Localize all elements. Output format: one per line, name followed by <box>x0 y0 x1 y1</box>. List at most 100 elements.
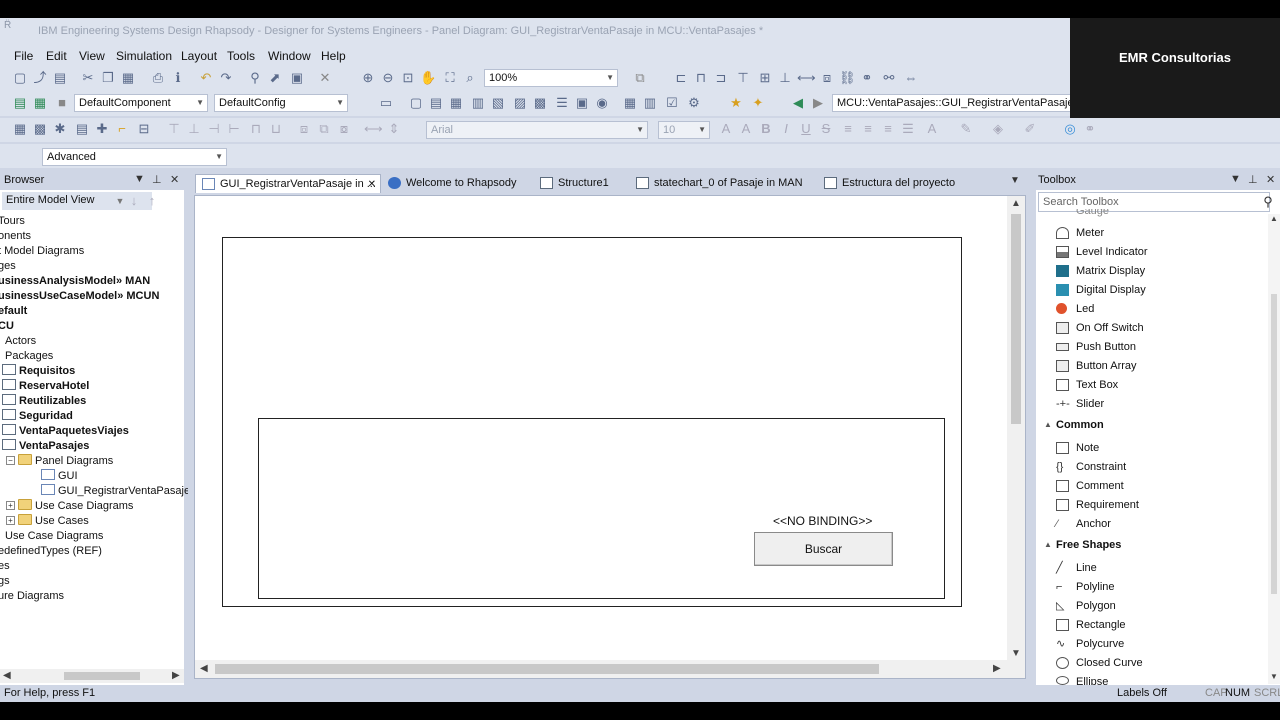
back-icon[interactable]: ◀ <box>790 95 806 111</box>
tree-item-use-case-diagrams[interactable]: + Use Case Diagrams <box>6 499 133 514</box>
underline-icon[interactable]: U <box>798 121 814 137</box>
same-width-icon[interactable]: ⟷ <box>797 70 816 86</box>
align-top-icon[interactable]: ⊤ <box>735 70 751 86</box>
new-file-icon[interactable]: ▢ <box>12 70 28 86</box>
tool-rectangle[interactable]: Rectangle <box>1056 617 1126 633</box>
align-bottom-icon[interactable]: ⊥ <box>777 70 793 86</box>
tool-requirement[interactable]: Requirement <box>1056 497 1139 513</box>
size-tools-3-icon[interactable]: ⧇ <box>336 121 352 137</box>
scroll-down-icon[interactable]: ▼ <box>1270 672 1278 681</box>
tab-welcome[interactable]: Welcome to Rhapsody <box>382 174 520 193</box>
scroll-right-icon[interactable]: ▶ <box>993 663 1001 674</box>
check-model-icon[interactable]: ☑ <box>664 95 680 111</box>
align-middle-icon[interactable]: ⊞ <box>757 70 773 86</box>
zoom-out-icon[interactable]: ⊖ <box>380 70 396 86</box>
sequence-diagram-icon[interactable]: ▥ <box>470 95 486 111</box>
print-icon[interactable]: ⎙ <box>150 70 166 86</box>
tool-on-off-switch[interactable]: On Off Switch <box>1056 320 1144 336</box>
tree-item-seguridad[interactable]: Seguridad <box>2 409 73 424</box>
copy-icon[interactable]: ❐ <box>100 70 116 86</box>
align-tools-3-icon[interactable]: ⊣ <box>206 121 222 137</box>
line-style-icon[interactable]: ✐ <box>1022 121 1038 137</box>
tree-item[interactable]: ure Diagrams <box>0 589 64 604</box>
tab-structure1[interactable]: Structure1 <box>534 174 613 193</box>
tool-polygon[interactable]: ◺ Polygon <box>1056 598 1116 614</box>
search-icon[interactable]: ⚲ <box>1260 194 1276 210</box>
layout-icon[interactable]: ⇔ <box>903 70 919 86</box>
strikethrough-icon[interactable]: S <box>818 121 834 137</box>
scroll-up-icon[interactable]: ▲ <box>1011 198 1021 209</box>
align-tools-2-icon[interactable]: ⊥ <box>186 121 202 137</box>
bold-icon[interactable]: B <box>758 121 774 137</box>
tree-item-use-cases[interactable]: + Use Cases <box>6 514 89 529</box>
tree-item-requisitos[interactable]: Requisitos <box>2 364 75 379</box>
tree-item[interactable]: usinessAnalysisModel» MAN <box>0 274 150 289</box>
tool-meter[interactable]: Meter <box>1056 225 1104 241</box>
chevron-down-icon[interactable]: ▼ <box>1230 173 1241 185</box>
view-icon[interactable]: ▭ <box>378 95 394 111</box>
canvas-hscroll[interactable]: ◀ ▶ <box>195 660 1025 678</box>
tree-item-actors[interactable]: Actors <box>5 334 36 349</box>
mode-combo[interactable]: Advanced ▼ <box>42 148 227 166</box>
arrange-icon[interactable]: ⧉ <box>632 70 648 86</box>
tree-item[interactable]: es <box>0 559 10 574</box>
align-tools-4-icon[interactable]: ⊢ <box>226 121 242 137</box>
shrink-font-icon[interactable]: A <box>738 121 754 137</box>
space-tools-icon[interactable]: ⟷ <box>364 121 383 137</box>
collapse-icon[interactable]: − <box>6 456 15 465</box>
tool-text-box[interactable]: Text Box <box>1056 377 1118 393</box>
locate-icon[interactable]: ⚲ <box>247 70 263 86</box>
space-tools-2-icon[interactable]: ⇕ <box>386 121 402 137</box>
tool-button-array[interactable]: Button Array <box>1056 358 1137 374</box>
tree-item-reutilizables[interactable]: Reutilizables <box>2 394 86 409</box>
toolbox-group-common[interactable]: ▲ Common <box>1044 419 1104 431</box>
toolbox-vscroll[interactable]: ▲ ▼ <box>1268 214 1280 684</box>
tool-push-button[interactable]: Push Button <box>1056 339 1136 355</box>
tool-comment[interactable]: Comment <box>1056 478 1124 494</box>
pan-icon[interactable]: ✋ <box>420 70 436 86</box>
open-icon[interactable]: ⤴ <box>32 70 48 86</box>
deployment-icon[interactable]: ▩ <box>532 95 548 111</box>
scroll-up-icon[interactable]: ▲ <box>1270 214 1278 223</box>
matrix-view-icon[interactable]: ▥ <box>642 95 658 111</box>
grid-icon[interactable]: ▦ <box>12 121 28 137</box>
connector-icon[interactable]: ⌐ <box>114 121 130 137</box>
tool-gauge[interactable]: Gauge <box>1076 209 1109 217</box>
tab-gui-registrar[interactable]: GUI_RegistrarVentaPasaje in ... ✕ <box>195 174 381 193</box>
activity-icon[interactable]: ▣ <box>574 95 590 111</box>
tool-polyline[interactable]: ⌐ Polyline <box>1056 579 1115 595</box>
zoom-to-icon[interactable]: ⌕ <box>462 70 478 86</box>
unlink-icon[interactable]: ⚯ <box>881 70 897 86</box>
sync-icon[interactable]: ◎ <box>1062 121 1078 137</box>
tool-level-indicator[interactable]: Level Indicator <box>1056 244 1148 260</box>
rulers-icon[interactable]: ▤ <box>74 121 90 137</box>
scroll-left-icon[interactable]: ◀ <box>200 663 208 674</box>
tab-statechart[interactable]: statechart_0 of Pasaje in MAN <box>630 174 807 193</box>
tree-item[interactable]: ges <box>0 259 16 274</box>
tree-item-gui[interactable]: GUI <box>41 469 78 484</box>
canvas-vscroll[interactable]: ▲ ▼ <box>1007 196 1025 662</box>
scroll-right-icon[interactable]: ▶ <box>172 670 180 681</box>
align-tools-6-icon[interactable]: ⊔ <box>268 121 284 137</box>
menu-tools[interactable]: Tools <box>227 49 255 63</box>
menu-view[interactable]: View <box>79 49 105 63</box>
diagram-icon[interactable]: ▢ <box>408 95 424 111</box>
tree-item[interactable]: efault <box>0 304 27 319</box>
align-left-icon[interactable]: ⊏ <box>673 70 689 86</box>
tool-slider[interactable]: -+- Slider <box>1056 396 1104 412</box>
delete-icon[interactable]: ✕ <box>317 70 333 86</box>
browser-hscroll-thumb[interactable] <box>64 672 140 680</box>
feature-icon[interactable]: ▣ <box>289 70 305 86</box>
zoom-combo[interactable]: 100% ▼ <box>484 69 618 87</box>
menu-edit[interactable]: Edit <box>46 49 67 63</box>
tool-note[interactable]: Note <box>1056 440 1099 456</box>
align-right-icon[interactable]: ⊐ <box>713 70 729 86</box>
align-tools-5-icon[interactable]: ⊓ <box>248 121 264 137</box>
add-favorite-icon[interactable]: ✦ <box>750 95 766 111</box>
hyperlink-icon[interactable]: ⚭ <box>1082 121 1098 137</box>
tree-item[interactable]: t Model Diagrams <box>0 244 84 259</box>
tree-item-reservahotel[interactable]: ReservaHotel <box>2 379 89 394</box>
browser-hscroll[interactable]: ◀ ▶ <box>0 669 184 683</box>
build-icon[interactable]: ▦ <box>32 95 48 111</box>
font-combo[interactable]: Arial ▼ <box>426 121 648 139</box>
